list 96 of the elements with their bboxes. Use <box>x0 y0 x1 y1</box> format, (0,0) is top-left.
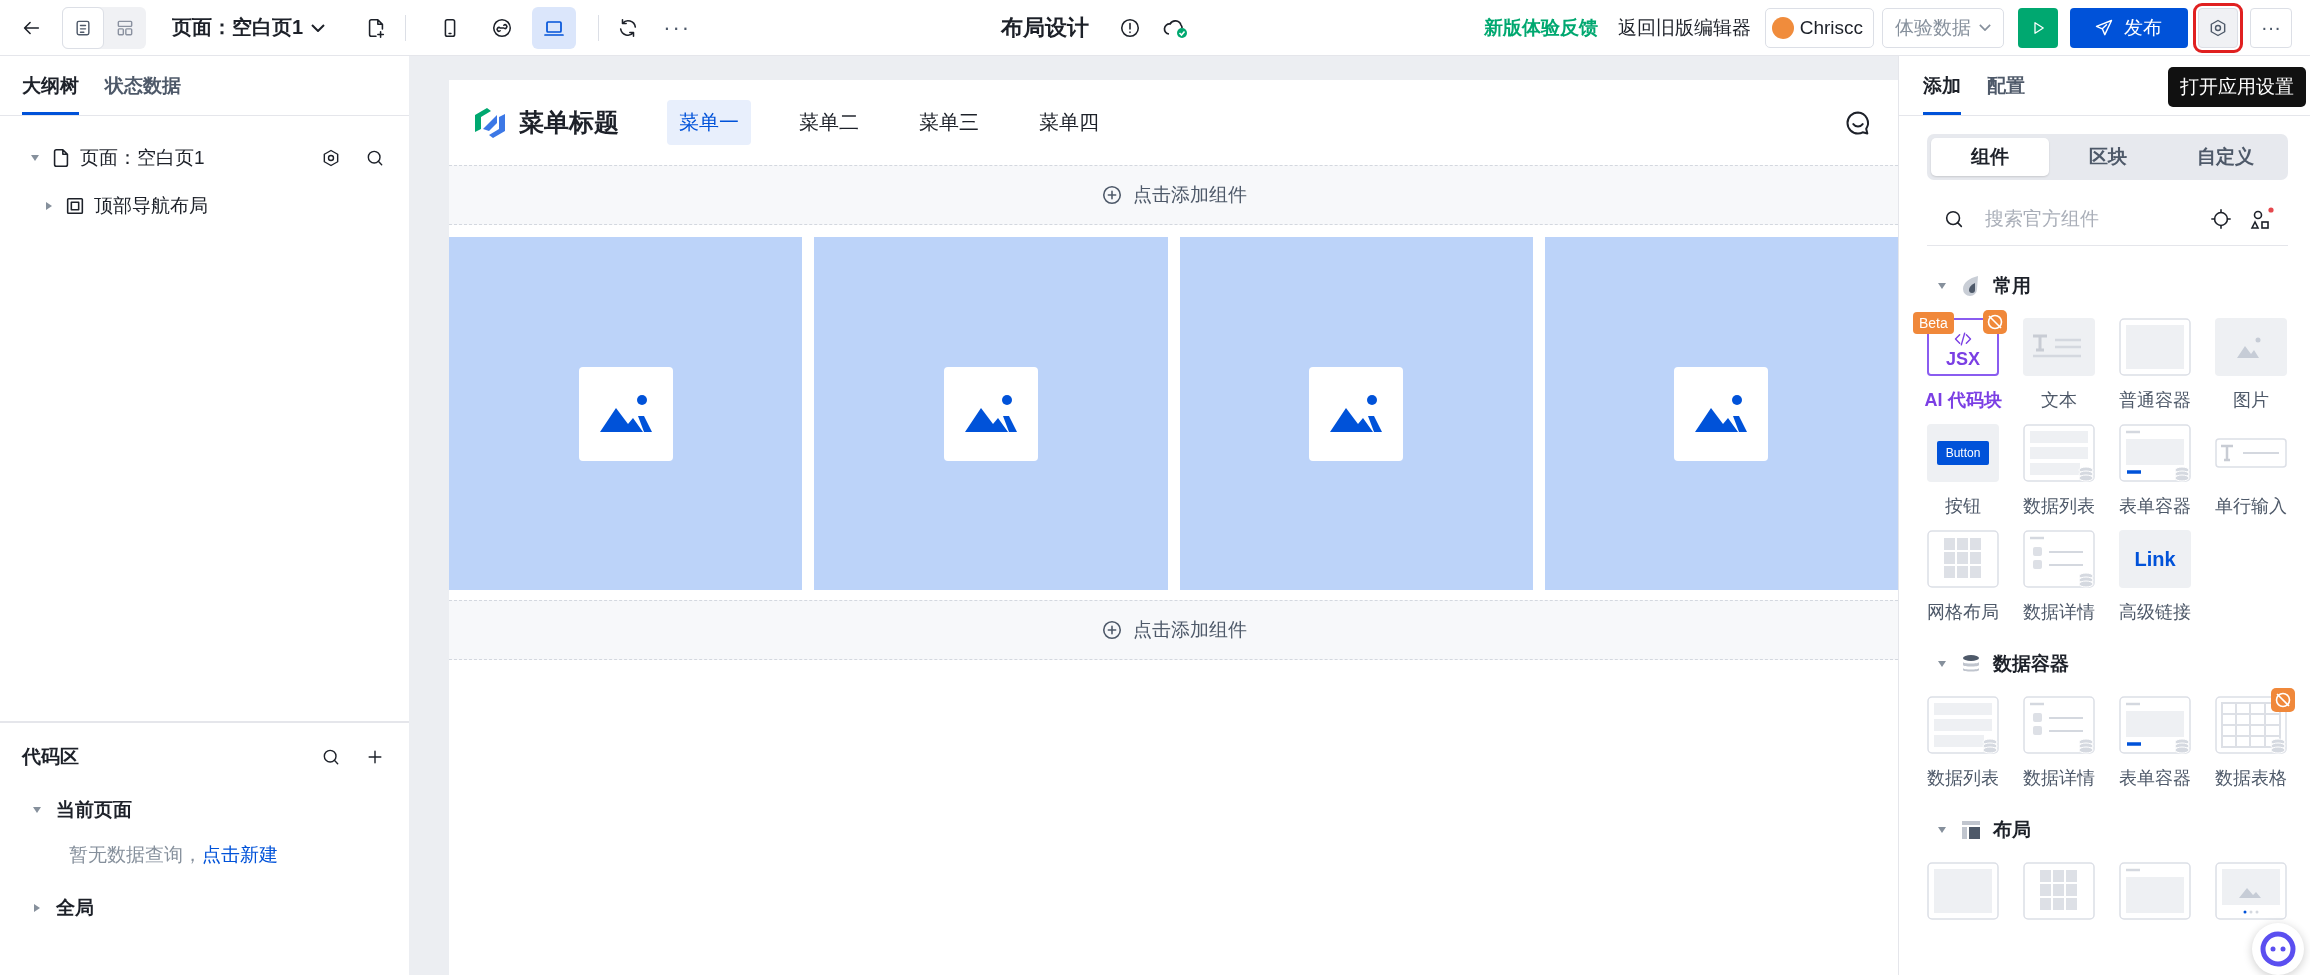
more-button[interactable]: ··· <box>663 14 692 41</box>
database-icon <box>1961 654 1981 674</box>
menu-tab[interactable]: 菜单一 <box>667 100 751 145</box>
tooltip: 打开应用设置 <box>2168 67 2306 107</box>
component-item[interactable]: 数据详情 <box>2023 530 2095 624</box>
card-thumbnail-icon <box>2119 862 2191 920</box>
beta-badge: Beta <box>1913 312 1954 334</box>
send-icon <box>2094 17 2114 38</box>
section-title: 布局 <box>1993 818 2031 842</box>
legacy-editor-link[interactable]: 返回旧版编辑器 <box>1617 14 1751 41</box>
panel-tab[interactable]: 大纲树 <box>22 56 79 115</box>
component-item[interactable]: 网格布局 <box>1927 530 1999 624</box>
more-button[interactable]: ··· <box>2250 7 2292 48</box>
component-item[interactable]: Button 按钮 <box>1927 424 1999 518</box>
carousel-thumbnail-icon <box>2215 862 2287 920</box>
locate-icon[interactable] <box>2210 207 2232 230</box>
component-item[interactable]: 表单容器 <box>2119 424 2191 518</box>
chevron-down-icon <box>1979 24 1991 31</box>
group-title[interactable]: 当前页面 <box>56 797 132 823</box>
image-icon <box>597 393 654 434</box>
component-item[interactable]: 图片 <box>2215 318 2287 412</box>
container-thumbnail-icon <box>1927 862 1999 920</box>
component-item[interactable]: 数据表格 <box>2199 688 2295 790</box>
component-item[interactable]: Link 高级链接 <box>2119 530 2191 624</box>
grid-thumbnail-icon <box>1927 530 1999 588</box>
image-icon <box>962 393 1019 434</box>
detail-thumbnail-icon <box>2023 696 2095 754</box>
text-thumbnail-icon <box>2023 318 2095 376</box>
component-item[interactable]: 数据列表 <box>1927 696 1999 790</box>
component-item[interactable]: Beta JSX AI 代码块 <box>1911 310 2007 412</box>
user-button[interactable]: Chriscc <box>1764 7 1874 48</box>
search-field[interactable]: 搜索官方组件 <box>1983 206 2192 231</box>
panel-tab[interactable]: 状态数据 <box>105 56 181 115</box>
grid-thumbnail-icon <box>2023 862 2095 920</box>
logo-icon <box>473 106 507 139</box>
button-thumbnail: Button <box>1927 424 1999 482</box>
settings-icon <box>2208 17 2228 38</box>
menu-tab[interactable]: 菜单二 <box>787 100 871 145</box>
segment-tab[interactable]: 区块 <box>2048 138 2167 176</box>
add-component-slot[interactable]: 点击添加组件 <box>449 600 1898 660</box>
table-thumbnail-icon <box>2215 696 2287 754</box>
window-title: 布局设计 <box>1001 13 1090 42</box>
component-item[interactable]: 表单容器 <box>2119 696 2191 790</box>
robot-face-icon <box>2259 930 2297 968</box>
menu-tab[interactable]: 菜单四 <box>1027 100 1111 145</box>
add-component-label: 点击添加组件 <box>1132 183 1247 207</box>
tree-item[interactable]: 顶部导航布局 <box>94 193 208 219</box>
container-thumbnail-icon <box>2119 318 2191 376</box>
detail-thumbnail-icon <box>2023 530 2095 588</box>
segment-tab[interactable]: 组件 <box>1931 138 2049 176</box>
search-icon[interactable] <box>321 747 341 767</box>
panel-tab[interactable]: 添加 <box>1923 56 1961 115</box>
empty-message: 暂无数据查询，点击新建 <box>69 843 278 867</box>
component-item[interactable]: 普通容器 <box>2119 318 2191 412</box>
assistant-button[interactable] <box>2252 923 2304 975</box>
section-title: 数据容器 <box>1993 652 2069 676</box>
add-circle-icon <box>1100 184 1123 206</box>
code-icon <box>1953 329 1973 349</box>
section-title: 代码区 <box>22 745 79 769</box>
run-button[interactable] <box>2018 7 2058 48</box>
search-icon[interactable] <box>365 148 385 168</box>
layout-icon <box>1961 820 1981 840</box>
component-item[interactable]: 数据列表 <box>2023 424 2095 518</box>
image-icon <box>1693 393 1750 434</box>
view-mode-tab[interactable] <box>62 6 104 49</box>
group-title[interactable]: 全局 <box>56 895 94 921</box>
list-thumbnail-icon <box>1927 696 1999 754</box>
section-title: 常用 <box>1993 274 2031 298</box>
add-component-label: 点击添加组件 <box>1132 618 1247 642</box>
frame-icon <box>64 195 86 217</box>
form-thumbnail-icon <box>2119 424 2191 482</box>
component-item[interactable]: 文本 <box>2023 318 2095 412</box>
brand-title: 菜单标题 <box>519 107 619 138</box>
segment-tab[interactable]: 自定义 <box>2166 138 2284 176</box>
create-link[interactable]: 点击新建 <box>202 844 278 865</box>
component-item[interactable]: 单行输入 <box>2215 424 2287 518</box>
mini-program-icon <box>491 16 514 39</box>
avatar-icon <box>1771 16 1794 39</box>
panel-tab[interactable]: 配置 <box>1987 56 2025 115</box>
form-thumbnail-icon <box>2119 696 2191 754</box>
component-item[interactable]: 数据详情 <box>2023 696 2095 790</box>
drop-icon <box>1961 275 1981 297</box>
menu-tab[interactable]: 菜单三 <box>907 100 991 145</box>
info-icon[interactable] <box>1119 16 1142 39</box>
shapes-icon[interactable] <box>2250 206 2274 231</box>
page-selector[interactable]: 页面：空白页1 <box>172 14 326 41</box>
add-circle-icon <box>1100 619 1123 641</box>
add-component-slot[interactable]: 点击添加组件 <box>449 165 1898 225</box>
link-thumbnail: Link <box>2119 530 2191 588</box>
list-thumbnail-icon <box>2023 424 2095 482</box>
publish-button[interactable]: 发布 <box>2070 7 2188 48</box>
image-thumbnail-icon <box>2215 318 2287 376</box>
chevron-down-icon <box>311 23 326 32</box>
image-icon <box>1328 393 1385 434</box>
settings-icon[interactable] <box>321 148 341 168</box>
tree-item[interactable]: 页面：空白页1 <box>80 145 205 171</box>
